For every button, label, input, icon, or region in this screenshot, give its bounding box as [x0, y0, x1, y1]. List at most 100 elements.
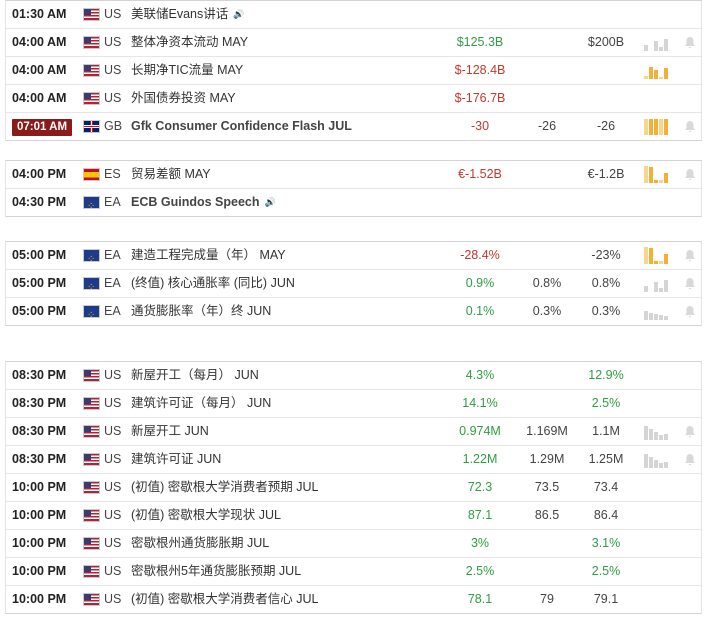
sparkline-bar — [654, 180, 658, 183]
event-row[interactable]: 04:00 PM ES 贸易差额 MAY €-1.52B €-1.2B — [6, 161, 701, 189]
previous-value: 0.8% — [591, 276, 621, 290]
us-flag-icon — [83, 369, 100, 382]
sparkline-bar — [659, 315, 663, 320]
event-row[interactable]: 08:30 PM US 建筑许可证（每月） JUN 14.1% 2.5% — [6, 390, 701, 418]
event-time: 10:00 PM — [12, 564, 67, 578]
previous-value — [573, 85, 639, 112]
event-time: 04:00 AM — [12, 91, 67, 105]
event-row[interactable]: 08:30 PM US 新屋开工 JUN 0.974M 1.169M 1.1M — [6, 418, 701, 446]
event-row[interactable]: 10:00 PM US 密歇根州通货膨胀期 JUL 3% 3.1% — [6, 530, 701, 558]
us-flag-icon — [83, 537, 100, 550]
event-name-link[interactable]: 通货膨胀率（年）终 JUN — [131, 298, 461, 325]
sparkline-bar — [649, 167, 653, 183]
event-name: 长期净TIC流量 MAY — [131, 63, 244, 77]
event-name-link[interactable]: 整体净资本流动 MAY — [131, 29, 461, 56]
event-name: 整体净资本流动 MAY — [131, 35, 249, 49]
forecast-value: 86.5 — [534, 508, 560, 522]
country-code: US — [104, 7, 122, 21]
us-flag-icon — [83, 64, 100, 77]
event-row[interactable]: 08:30 PM US 建筑许可证 JUN 1.22M 1.29M 1.25M — [6, 446, 701, 474]
history-sparkline[interactable] — [644, 303, 670, 320]
actual-value: -28.4% — [460, 248, 500, 262]
bell-icon[interactable] — [684, 277, 696, 290]
forecast-value — [516, 390, 578, 417]
event-row[interactable]: 04:00 AM US 长期净TIC流量 MAY $-128.4B — [6, 57, 701, 85]
sparkline-bar — [644, 45, 648, 51]
event-name: ECB Guindos Speech — [131, 195, 260, 209]
forecast-value — [516, 530, 578, 557]
bell-icon[interactable] — [684, 249, 696, 262]
event-row[interactable]: 10:00 PM US (初值) 密歇根大学消费者信心 JUL 78.1 79 79.1 — [6, 586, 701, 613]
event-time: 07:01 AM — [12, 113, 76, 140]
sparkline-bar — [649, 67, 653, 79]
country-code: US — [104, 508, 122, 522]
event-row[interactable]: 10:00 PM US 密歇根州5年通货膨胀预期 JUL 2.5% 2.5% — [6, 558, 701, 586]
event-row[interactable]: 04:30 PM EA ECB Guindos Speech 🔊 — [6, 189, 701, 220]
event-name-link[interactable]: (初值) 密歇根大学消费者预期 JUL — [131, 474, 461, 501]
sparkline-bar — [664, 462, 668, 468]
country-code: US — [104, 424, 122, 438]
history-sparkline[interactable] — [644, 62, 670, 79]
event-name-link[interactable]: 建造工程完成量（年） MAY — [131, 242, 461, 269]
history-sparkline[interactable] — [644, 118, 670, 135]
sparkline-bar — [654, 261, 658, 264]
sparkline-bar — [664, 173, 668, 183]
country-code: EA — [104, 248, 121, 262]
bell-icon[interactable] — [684, 168, 696, 181]
actual-value: 0.9% — [465, 276, 495, 290]
event-name-link[interactable]: 新屋开工（每月） JUN — [131, 362, 461, 389]
event-name-link[interactable]: 贸易差额 MAY — [131, 161, 461, 188]
event-row[interactable]: 07:01 AM GB Gfk Consumer Confidence Flash … — [6, 113, 701, 140]
bell-icon[interactable] — [684, 453, 696, 466]
history-sparkline[interactable] — [644, 275, 670, 292]
history-sparkline[interactable] — [644, 34, 670, 51]
event-name-link[interactable]: 密歇根州通货膨胀期 JUL — [131, 530, 461, 557]
event-time: 05:00 PM — [12, 248, 67, 262]
sparkline-bar — [644, 119, 648, 135]
event-name-link[interactable]: (终值) 核心通胀率 (同比) JUN — [131, 270, 461, 297]
previous-value: 2.5% — [591, 564, 621, 578]
event-name-link[interactable]: 外国债券投资 MAY — [131, 85, 461, 112]
previous-value: -23% — [591, 248, 621, 262]
history-sparkline[interactable] — [644, 247, 670, 264]
event-row[interactable]: 04:00 AM US 外国债券投资 MAY $-176.7B — [6, 85, 701, 113]
event-name-link[interactable]: ECB Guindos Speech 🔊 — [131, 189, 461, 216]
sparkline-bar — [654, 460, 658, 468]
event-name-link[interactable]: 美联储Evans讲话 🔊 — [131, 1, 461, 28]
event-name-link[interactable]: 建筑许可证（每月） JUN — [131, 390, 461, 417]
forecast-value: -26 — [537, 119, 557, 133]
event-row[interactable]: 08:30 PM US 新屋开工（每月） JUN 4.3% 12.9% — [6, 362, 701, 390]
event-name-link[interactable]: 建筑许可证 JUN — [131, 446, 461, 473]
event-name-link[interactable]: 长期净TIC流量 MAY — [131, 57, 461, 84]
event-name: 密歇根州5年通货膨胀预期 JUL — [131, 564, 302, 578]
event-row[interactable]: 05:00 PM EA (终值) 核心通胀率 (同比) JUN 0.9% 0.8% 0.8… — [6, 270, 701, 301]
event-name-link[interactable]: Gfk Consumer Confidence Flash JUL — [131, 113, 461, 140]
event-name-link[interactable]: 新屋开工 JUN — [131, 418, 461, 445]
bell-icon[interactable] — [684, 305, 696, 318]
event-name-link[interactable]: 密歇根州5年通货膨胀预期 JUL — [131, 558, 461, 585]
actual-value: 3% — [470, 536, 490, 550]
history-sparkline[interactable] — [644, 451, 670, 468]
event-time: 04:30 PM — [12, 195, 67, 209]
event-row[interactable]: 10:00 PM US (初值) 密歇根大学消费者预期 JUL 72.3 73.5 73.… — [6, 474, 701, 502]
event-name-link[interactable]: (初值) 密歇根大学消费者信心 JUL — [131, 586, 461, 613]
bell-icon[interactable] — [684, 120, 696, 133]
bell-icon[interactable] — [684, 425, 696, 438]
event-row[interactable]: 01:30 AM US 美联储Evans讲话 🔊 — [6, 1, 701, 29]
forecast-value — [516, 85, 578, 112]
history-sparkline[interactable] — [644, 166, 670, 183]
event-row[interactable]: 05:00 PM EA 通货膨胀率（年）终 JUN 0.1% 0.3% 0.3% — [6, 298, 701, 329]
forecast-value — [516, 57, 578, 84]
country-code: ES — [104, 167, 121, 181]
sparkline-bar — [644, 166, 648, 183]
event-row[interactable]: 10:00 PM US (初值) 密歇根大学现状 JUL 87.1 86.5 86.4 — [6, 502, 701, 530]
event-time: 01:30 AM — [12, 7, 67, 21]
gb-flag-icon — [83, 120, 100, 133]
history-sparkline[interactable] — [644, 423, 670, 440]
previous-value: 1.1M — [592, 424, 620, 438]
event-time: 10:00 PM — [12, 592, 67, 606]
event-row[interactable]: 05:00 PM EA 建造工程完成量（年） MAY -28.4% -23% — [6, 242, 701, 273]
event-row[interactable]: 04:00 AM US 整体净资本流动 MAY $125.3B $200B — [6, 29, 701, 57]
bell-icon[interactable] — [684, 36, 696, 49]
event-name-link[interactable]: (初值) 密歇根大学现状 JUL — [131, 502, 461, 529]
